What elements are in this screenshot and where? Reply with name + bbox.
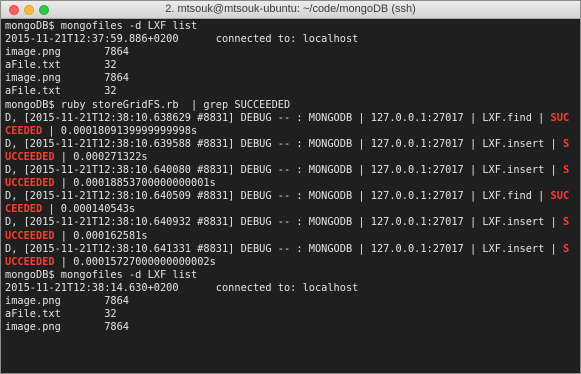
terminal-line: UCCEEDED | 0.000162581s: [5, 230, 577, 243]
terminal-text: image.png 7864: [5, 46, 129, 59]
terminal-text: D, [2015-11-21T12:38:10.640509 #8831] DE…: [5, 190, 551, 203]
terminal-line: UCCEEDED | 0.00015727000000000002s: [5, 256, 577, 269]
terminal-text: | 0.0001809139999999998s: [42, 124, 198, 137]
terminal-text: D, [2015-11-21T12:38:10.640932 #8831] DE…: [5, 216, 563, 229]
terminal-text: aFile.txt 32: [5, 85, 117, 98]
grep-match-text: CEEDED: [5, 203, 43, 216]
terminal-line: CEEDED | 0.0001809139999999998s: [5, 125, 577, 138]
window-title: 2. mtsouk@mtsouk-ubuntu: ~/code/mongoDB …: [165, 3, 416, 15]
grep-match-text: SUC: [550, 111, 570, 124]
terminal-line: D, [2015-11-21T12:38:10.639588 #8831] DE…: [5, 138, 577, 151]
terminal-line: UCCEEDED | 0.00018853700000000001s: [5, 177, 577, 190]
grep-match-text: UCCEEDED: [5, 255, 55, 268]
terminal-text: 2015-11-21T12:38:14.630+0200 connected t…: [5, 281, 359, 294]
terminal-text: mongoDB$ mongofiles -d LXF list: [5, 268, 198, 281]
grep-match-text: UCCEEDED: [5, 150, 55, 163]
terminal-text: D, [2015-11-21T12:38:10.641331 #8831] DE…: [5, 242, 563, 255]
terminal-line: 2015-11-21T12:38:14.630+0200 connected t…: [5, 282, 577, 295]
terminal-line: image.png 7864: [5, 321, 577, 334]
close-window-button[interactable]: [9, 5, 19, 15]
minimize-window-button[interactable]: [24, 5, 34, 15]
terminal-line: UCCEEDED | 0.000271322s: [5, 151, 577, 164]
terminal-text: | 0.000162581s: [54, 229, 148, 242]
terminal-text: 2015-11-21T12:37:59.886+0200 connected t…: [5, 33, 359, 46]
terminal-text: | 0.000271322s: [54, 150, 148, 163]
grep-match-text: SUC: [550, 190, 570, 203]
terminal-line: aFile.txt 32: [5, 85, 577, 98]
terminal-line: mongoDB$ ruby storeGridFS.rb | grep SUCC…: [5, 99, 577, 112]
terminal-line: CEEDED | 0.000140543s: [5, 203, 577, 216]
terminal-text: D, [2015-11-21T12:38:10.640080 #8831] DE…: [5, 164, 563, 177]
terminal-text: | 0.00015727000000000002s: [54, 255, 216, 268]
terminal-text: mongoDB$ mongofiles -d LXF list: [5, 20, 198, 32]
terminal-line: aFile.txt 32: [5, 308, 577, 321]
terminal-text: | 0.00018853700000000001s: [54, 177, 216, 190]
terminal-text: | 0.000140543s: [42, 203, 136, 216]
terminal-line: mongoDB$ mongofiles -d LXF list: [5, 269, 577, 282]
grep-match-text: UCCEEDED: [5, 229, 55, 242]
terminal-text: mongoDB$ ruby storeGridFS.rb | grep SUCC…: [5, 98, 291, 111]
grep-match-text: S: [562, 164, 570, 177]
terminal-line: aFile.txt 32: [5, 59, 577, 72]
terminal-window: 2. mtsouk@mtsouk-ubuntu: ~/code/mongoDB …: [0, 0, 581, 374]
terminal-line: D, [2015-11-21T12:38:10.641331 #8831] DE…: [5, 243, 577, 256]
terminal-line: D, [2015-11-21T12:38:10.640509 #8831] DE…: [5, 190, 577, 203]
terminal-line: 2015-11-21T12:37:59.886+0200 connected t…: [5, 33, 577, 46]
grep-match-text: CEEDED: [5, 124, 43, 137]
terminal-line: image.png 7864: [5, 72, 577, 85]
terminal-text: aFile.txt 32: [5, 59, 117, 72]
terminal-text: image.png 7864: [5, 321, 129, 334]
grep-match-text: S: [562, 242, 570, 255]
terminal-text: aFile.txt 32: [5, 308, 117, 321]
terminal-text: image.png 7864: [5, 72, 129, 85]
terminal-line: image.png 7864: [5, 46, 577, 59]
grep-match-text: S: [562, 216, 570, 229]
title-bar: 2. mtsouk@mtsouk-ubuntu: ~/code/mongoDB …: [1, 1, 580, 19]
terminal-text: D, [2015-11-21T12:38:10.639588 #8831] DE…: [5, 137, 563, 150]
terminal-line: D, [2015-11-21T12:38:10.640080 #8831] DE…: [5, 164, 577, 177]
terminal-text: image.png 7864: [5, 294, 129, 307]
terminal-text: D, [2015-11-21T12:38:10.638629 #8831] DE…: [5, 111, 551, 124]
grep-match-text: S: [562, 137, 570, 150]
terminal-line: mongoDB$ mongofiles -d LXF list: [5, 20, 577, 33]
terminal-line: D, [2015-11-21T12:38:10.640932 #8831] DE…: [5, 216, 577, 229]
zoom-window-button[interactable]: [39, 5, 49, 15]
terminal-output[interactable]: mongoDB$ mongofiles -d LXF list 2015-11-2…: [1, 19, 580, 373]
terminal-line: image.png 7864: [5, 295, 577, 308]
grep-match-text: UCCEEDED: [5, 177, 55, 190]
terminal-line: D, [2015-11-21T12:38:10.638629 #8831] DE…: [5, 112, 577, 125]
